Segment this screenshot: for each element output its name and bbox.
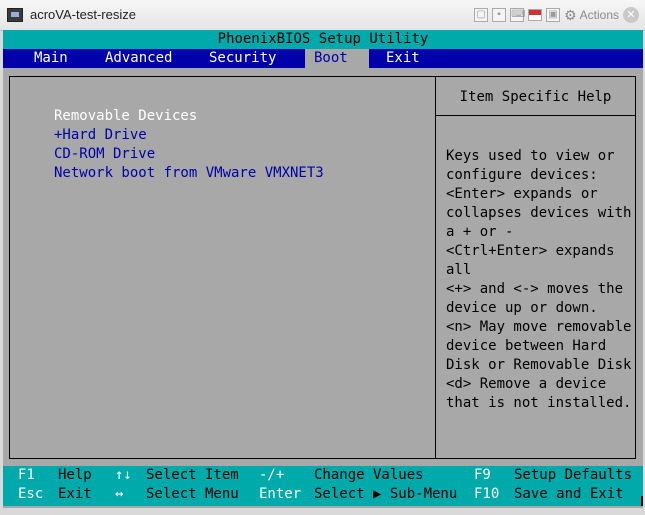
key-esc-label: Exit (58, 486, 92, 502)
titlebar-tools: ▢ ▪ ⌨ ▣ ⚙ Actions ✕ (474, 6, 639, 24)
menu-advanced[interactable]: Advanced (98, 49, 185, 68)
boot-item-network-boot[interactable]: Network boot from VMware VMXNET3 (54, 164, 324, 183)
key-plus-minus-label: Change Values (314, 467, 424, 483)
help-separator (436, 115, 635, 116)
key-left-right-label: Select Menu (146, 486, 239, 502)
key-f1: F1 (18, 467, 35, 483)
menu-boot[interactable]: Boot (305, 49, 369, 68)
keyboard-icon[interactable]: ⌨ (510, 8, 526, 22)
menu-main[interactable]: Main (27, 49, 82, 68)
actions-menu[interactable]: ⚙ Actions (564, 7, 619, 24)
bios-key-legend: F1 Help Esc Exit ↑↓ Select Item ↔ Select… (3, 466, 643, 506)
vm-name: acroVA-test-resize (30, 7, 136, 22)
bios-menubar: Main Advanced Security Boot Exit (3, 49, 643, 68)
key-esc: Esc (18, 486, 44, 502)
boot-device-list: Removable Devices +Hard Drive CD-ROM Dri… (54, 107, 324, 183)
language-flag-icon[interactable] (528, 9, 543, 21)
key-f1-label: Help (58, 467, 92, 483)
bios-screen[interactable]: PhoenixBIOS Setup Utility Main Advanced … (3, 30, 643, 508)
key-enter-label: Select ▶ Sub-Menu (314, 486, 458, 502)
key-f9: F9 (474, 467, 491, 483)
boot-item-hard-drive[interactable]: +Hard Drive (54, 126, 324, 145)
key-enter: Enter (259, 486, 302, 502)
bios-title: PhoenixBIOS Setup Utility (3, 30, 643, 49)
screen-icon[interactable]: ▢ (474, 8, 489, 22)
help-title: Item Specific Help (459, 89, 612, 105)
disk-icon[interactable]: ▪ (492, 8, 507, 22)
gear-icon: ⚙ (564, 6, 577, 23)
help-text: Keys used to view or configure devices: … (446, 148, 632, 411)
menu-security[interactable]: Security (202, 49, 289, 68)
resize-grip[interactable] (631, 496, 643, 506)
actions-label: Actions (579, 8, 619, 22)
boot-item-removable-devices[interactable]: Removable Devices (54, 107, 324, 126)
key-left-right: ↔ (115, 486, 124, 502)
window-titlebar: acroVA-test-resize ▢ ▪ ⌨ ▣ ⚙ Actions ✕ (0, 0, 645, 31)
panel-divider (435, 77, 436, 458)
key-up-down-label: Select Item (146, 467, 239, 483)
boot-panel: Removable Devices +Hard Drive CD-ROM Dri… (9, 76, 636, 459)
key-f9-label: Setup Defaults (514, 467, 633, 483)
key-f10: F10 (474, 486, 500, 502)
close-icon[interactable]: ✕ (623, 7, 639, 23)
vm-console-icon (7, 8, 23, 22)
key-plus-minus: -/+ (259, 467, 285, 483)
menu-exit[interactable]: Exit (379, 49, 434, 68)
key-up-down: ↑↓ (115, 467, 132, 483)
fullscreen-icon[interactable]: ▣ (546, 8, 561, 22)
key-f10-label: Save and Exit (514, 486, 624, 502)
boot-item-cdrom-drive[interactable]: CD-ROM Drive (54, 145, 324, 164)
